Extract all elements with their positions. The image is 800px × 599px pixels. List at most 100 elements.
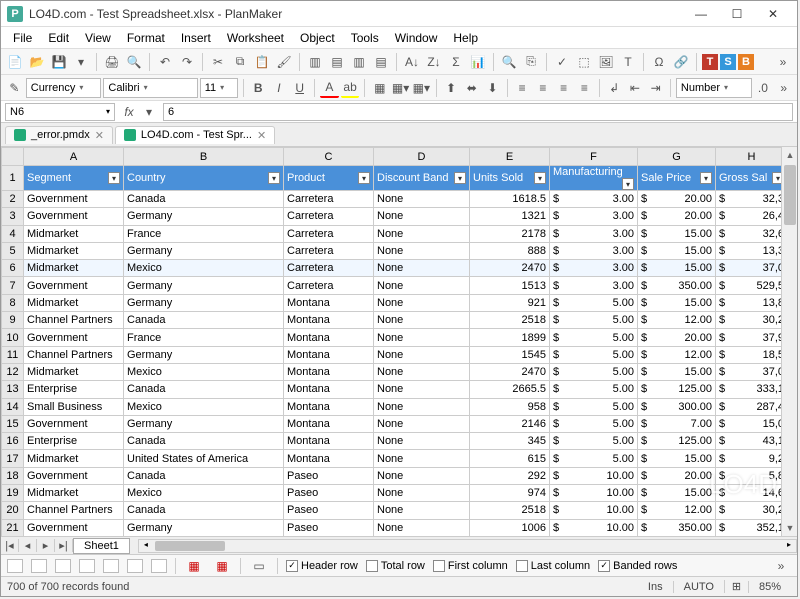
banded-rows-checkbox[interactable]: ✓Banded rows <box>598 560 677 572</box>
close-button[interactable]: ✕ <box>755 3 791 25</box>
cell[interactable]: 2518 <box>470 312 550 329</box>
cell[interactable]: Government <box>24 519 124 536</box>
cell[interactable]: $37,9 <box>716 329 782 346</box>
cell[interactable]: Small Business <box>24 398 124 415</box>
insert-mode[interactable]: Ins <box>638 581 673 593</box>
cell[interactable]: Enterprise <box>24 433 124 450</box>
align-center-icon[interactable]: ≡ <box>534 78 553 98</box>
cell[interactable]: $20.00 <box>638 467 716 484</box>
redo-icon[interactable]: ↷ <box>177 52 197 72</box>
cell[interactable]: 1618.5 <box>470 191 550 208</box>
cell[interactable]: $125.00 <box>638 433 716 450</box>
cell[interactable]: $15.00 <box>638 260 716 277</box>
table-header-cell[interactable]: Country▾ <box>124 166 284 191</box>
filter-dropdown-icon[interactable]: ▾ <box>108 172 120 184</box>
cell[interactable]: $30,2 <box>716 502 782 519</box>
cell[interactable]: Mexico <box>124 398 284 415</box>
cell[interactable]: $5,8 <box>716 467 782 484</box>
row-header[interactable]: 1 <box>2 166 24 191</box>
style-dropdown[interactable]: Currency▾ <box>26 78 102 98</box>
cell[interactable]: None <box>374 242 470 259</box>
cell[interactable]: Mexico <box>124 485 284 502</box>
menu-window[interactable]: Window <box>387 29 446 47</box>
first-column-checkbox[interactable]: First column <box>433 560 508 572</box>
cell[interactable]: Germany <box>124 415 284 432</box>
cell[interactable]: None <box>374 519 470 536</box>
cell[interactable]: $125.00 <box>638 381 716 398</box>
undo-icon[interactable]: ↶ <box>155 52 175 72</box>
row-header[interactable]: 17 <box>2 450 24 467</box>
cell[interactable]: $32,6 <box>716 225 782 242</box>
wrap-text-icon[interactable]: ↲ <box>605 78 624 98</box>
column-header[interactable]: B <box>124 148 284 166</box>
row-header[interactable]: 14 <box>2 398 24 415</box>
cell[interactable]: $10.00 <box>550 502 638 519</box>
cell[interactable]: 615 <box>470 450 550 467</box>
zoom-level[interactable]: 85% <box>748 581 791 593</box>
cell[interactable]: Carretera <box>284 208 374 225</box>
print-icon[interactable]: 🖨 <box>102 52 122 72</box>
table-header-cell[interactable]: Gross Sal▾ <box>716 166 782 191</box>
cell[interactable]: Channel Partners <box>24 346 124 363</box>
cell[interactable]: $3.00 <box>550 208 638 225</box>
cell[interactable]: None <box>374 415 470 432</box>
menu-format[interactable]: Format <box>119 29 173 47</box>
status-icon[interactable]: ⊞ <box>724 580 748 593</box>
row-header[interactable]: 7 <box>2 277 24 294</box>
cell[interactable]: None <box>374 485 470 502</box>
italic-button[interactable]: I <box>270 78 289 98</box>
cell[interactable]: $20.00 <box>638 208 716 225</box>
cell[interactable]: $15.00 <box>638 242 716 259</box>
chart-icon[interactable]: 📊 <box>468 52 488 72</box>
table-style-4[interactable] <box>79 559 95 573</box>
scroll-right-icon[interactable]: ▸ <box>782 540 796 549</box>
filter-dropdown-icon[interactable]: ▾ <box>454 172 466 184</box>
cell[interactable]: $14,6 <box>716 485 782 502</box>
presentations-icon[interactable]: S <box>720 54 736 70</box>
cell[interactable]: None <box>374 433 470 450</box>
cell[interactable]: France <box>124 225 284 242</box>
row-header[interactable]: 12 <box>2 363 24 380</box>
formula-input[interactable]: 6 <box>163 103 793 121</box>
cell[interactable]: 1006 <box>470 519 550 536</box>
cell[interactable]: $15,0 <box>716 415 782 432</box>
cell[interactable]: 921 <box>470 294 550 311</box>
cell[interactable]: Midmarket <box>24 294 124 311</box>
table-style-2[interactable] <box>31 559 47 573</box>
table-header-cell[interactable]: Segment▾ <box>24 166 124 191</box>
cell[interactable]: $9,2 <box>716 450 782 467</box>
cell[interactable]: 345 <box>470 433 550 450</box>
cell[interactable]: 1545 <box>470 346 550 363</box>
horizontal-scrollbar[interactable]: ◂ ▸ <box>138 539 797 553</box>
row-header[interactable]: 8 <box>2 294 24 311</box>
cell[interactable]: Paseo <box>284 467 374 484</box>
cell[interactable]: $15.00 <box>638 363 716 380</box>
cell[interactable]: Mexico <box>124 260 284 277</box>
cell[interactable]: 974 <box>470 485 550 502</box>
row-header[interactable]: 9 <box>2 312 24 329</box>
cell[interactable]: $12.00 <box>638 346 716 363</box>
search-icon[interactable]: 🔍 <box>499 52 519 72</box>
link-icon[interactable]: 🔗 <box>671 52 691 72</box>
cell[interactable]: $15.00 <box>638 225 716 242</box>
cell[interactable]: $18,5 <box>716 346 782 363</box>
column-header[interactable]: A <box>24 148 124 166</box>
goto-icon[interactable]: ⎘ <box>521 52 541 72</box>
cell[interactable]: Midmarket <box>24 450 124 467</box>
sheet-nav-last[interactable]: ▸| <box>55 539 73 552</box>
toolbar-overflow-icon[interactable]: » <box>773 52 793 72</box>
font-dropdown[interactable]: Calibri▾ <box>103 78 197 98</box>
select-icon[interactable]: ▭ <box>249 556 269 576</box>
row-header[interactable]: 10 <box>2 329 24 346</box>
cell[interactable]: None <box>374 260 470 277</box>
close-tab-icon[interactable]: ✕ <box>95 129 104 142</box>
cell[interactable]: Paseo <box>284 519 374 536</box>
cell[interactable]: $26,4 <box>716 208 782 225</box>
style-icon[interactable]: ✎ <box>5 78 24 98</box>
cell[interactable]: 2665.5 <box>470 381 550 398</box>
column-header[interactable]: D <box>374 148 470 166</box>
horizontal-scroll-thumb[interactable] <box>155 541 225 551</box>
table-header-cell[interactable]: Product▾ <box>284 166 374 191</box>
row-header[interactable]: 21 <box>2 519 24 536</box>
cell[interactable]: Midmarket <box>24 260 124 277</box>
